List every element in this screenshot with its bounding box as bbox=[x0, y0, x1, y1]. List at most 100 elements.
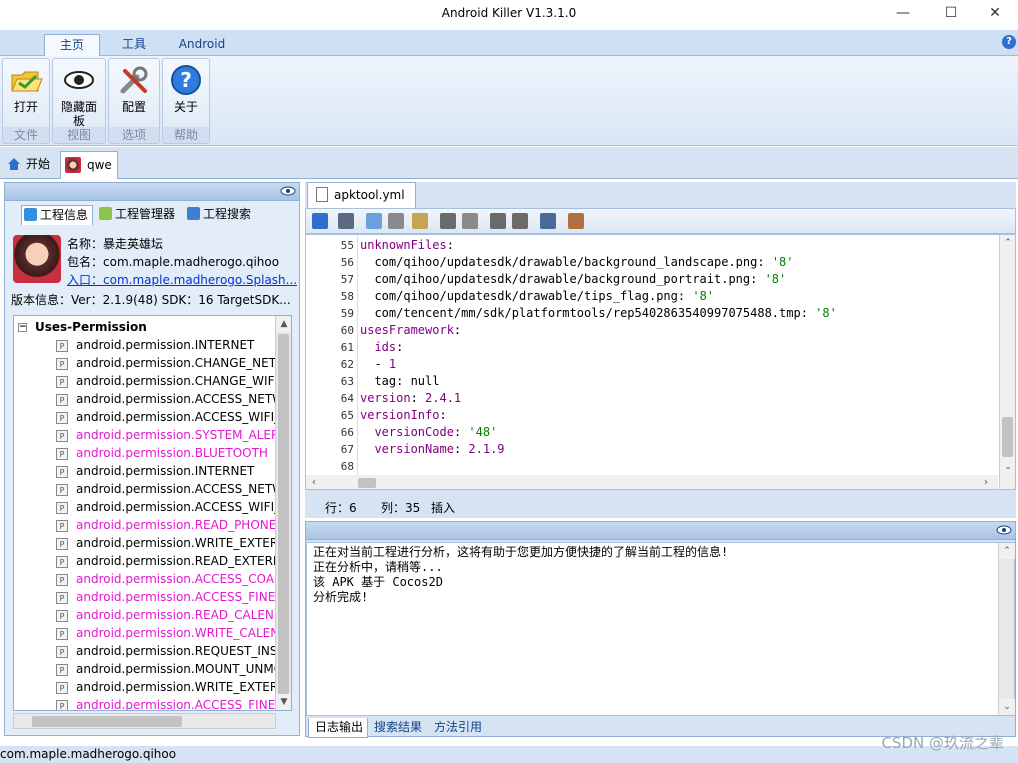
permission-item[interactable]: Pandroid.permission.CHANGE_NETWORK_STATE bbox=[56, 354, 278, 372]
scroll-down-arrow[interactable]: ▼ bbox=[276, 694, 291, 710]
line-number: 59 bbox=[340, 307, 354, 320]
redo-icon[interactable] bbox=[462, 213, 478, 229]
tab-qwe[interactable]: qwe bbox=[60, 151, 118, 179]
permission-label: android.permission.CHANGE_NETWORK_STATE bbox=[76, 356, 278, 370]
tab-project-search[interactable]: 工程搜索 bbox=[185, 205, 259, 225]
tab-home[interactable]: 主页 bbox=[44, 34, 100, 56]
config-button[interactable]: 配置 选项 bbox=[108, 58, 160, 144]
about-button[interactable]: ? 关于 帮助 bbox=[162, 58, 210, 144]
app-name: 名称：暴走英雄坛 bbox=[67, 237, 164, 251]
permission-item[interactable]: Pandroid.permission.BLUETOOTH bbox=[56, 444, 278, 462]
permission-item[interactable]: Pandroid.permission.ACCESS_FINE_LOCATION bbox=[56, 588, 278, 606]
eye-icon[interactable] bbox=[996, 524, 1012, 536]
tree-root[interactable]: − Uses-Permission bbox=[18, 318, 147, 336]
code-editor[interactable]: 55 unknownFiles: 56 com/qihoo/updatesdk/dr… bbox=[305, 234, 1016, 490]
tree-horizontal-scrollbar[interactable] bbox=[13, 713, 276, 729]
undo-icon[interactable] bbox=[440, 213, 456, 229]
permission-item[interactable]: Pandroid.permission.ACCESS_WIFI_STATE bbox=[56, 408, 278, 426]
permission-icon: P bbox=[56, 555, 68, 568]
entry-link[interactable]: com.maple.madherogo.Splash... bbox=[103, 273, 297, 287]
entry-prefix: 入口： bbox=[67, 273, 104, 287]
wrench-icon bbox=[120, 66, 148, 94]
maximize-button[interactable]: ☐ bbox=[928, 0, 974, 30]
permission-label: android.permission.INTERNET bbox=[76, 338, 255, 352]
scroll-thumb[interactable] bbox=[278, 334, 289, 694]
permission-icon: P bbox=[56, 429, 68, 442]
scroll-up-arrow[interactable]: ▲ bbox=[276, 316, 291, 332]
code-line: versionInfo: bbox=[360, 408, 447, 422]
log-scroll-down[interactable]: ⌄ bbox=[999, 699, 1015, 715]
cut-icon[interactable] bbox=[388, 213, 404, 229]
tree-vertical-scrollbar[interactable]: ▲ ▼ bbox=[275, 316, 291, 710]
permission-item[interactable]: Pandroid.permission.READ_CALENDAR bbox=[56, 606, 278, 624]
tab-search-results[interactable]: 搜索结果 bbox=[372, 718, 430, 738]
permission-item[interactable]: Pandroid.permission.WRITE_EXTERNAL_STORA… bbox=[56, 534, 278, 552]
app-entry[interactable]: 入口：com.maple.madherogo.Splash... bbox=[67, 271, 297, 288]
copy-icon[interactable] bbox=[366, 213, 382, 229]
permission-item[interactable]: Pandroid.permission.SYSTEM_ALERT_WINDOW bbox=[56, 426, 278, 444]
eye-icon[interactable] bbox=[280, 185, 296, 197]
editor-scroll-thumb[interactable] bbox=[1002, 417, 1013, 457]
forward-icon[interactable] bbox=[512, 213, 528, 229]
tab-log-output[interactable]: 日志输出 bbox=[308, 718, 368, 738]
editor-scroll-down[interactable]: ⌄ bbox=[1000, 459, 1015, 475]
permission-label: android.permission.REQUEST_INSTALL_PACKA… bbox=[76, 644, 278, 658]
save-icon[interactable] bbox=[338, 213, 354, 229]
lock-icon[interactable] bbox=[312, 213, 328, 229]
permission-item[interactable]: Pandroid.permission.WRITE_EXTERNAL_STORA… bbox=[56, 678, 278, 696]
log-scroll-up[interactable]: ⌃ bbox=[999, 543, 1015, 559]
minimize-button[interactable]: — bbox=[880, 0, 926, 30]
paste-icon[interactable] bbox=[412, 213, 428, 229]
log-line: 分析完成! bbox=[313, 590, 369, 604]
permission-item[interactable]: Pandroid.permission.ACCESS_FINE_LOCATION bbox=[56, 696, 278, 710]
editor-hscroll-thumb[interactable] bbox=[358, 478, 376, 488]
editor-vertical-scrollbar[interactable]: ⌃ ⌄ bbox=[999, 235, 1015, 489]
format-icon[interactable] bbox=[540, 213, 556, 229]
collapse-icon[interactable]: − bbox=[18, 323, 27, 332]
line-number: 67 bbox=[340, 443, 354, 456]
permission-item[interactable]: Pandroid.permission.READ_PHONE_STATE bbox=[56, 516, 278, 534]
editor-scroll-left[interactable]: ‹ bbox=[306, 477, 322, 489]
editor-scroll-up[interactable]: ⌃ bbox=[1000, 235, 1015, 251]
editor-scroll-right[interactable]: › bbox=[978, 477, 994, 489]
permission-item[interactable]: Pandroid.permission.CHANGE_WIFI_STATE bbox=[56, 372, 278, 390]
permission-item[interactable]: Pandroid.permission.INTERNET bbox=[56, 462, 278, 480]
open-button[interactable]: 打开 文件 bbox=[2, 58, 50, 144]
back-icon[interactable] bbox=[490, 213, 506, 229]
about-label: 关于 bbox=[173, 100, 198, 114]
hide-panel-button[interactable]: 隐藏面板 视图 bbox=[52, 58, 106, 144]
editor-horizontal-scrollbar[interactable]: ‹ › bbox=[306, 475, 998, 489]
hscroll-thumb[interactable] bbox=[32, 716, 182, 727]
log-output[interactable]: 正在对当前工程进行分析，这将有助于您更加方便快捷的了解当前工程的信息! 正在分析… bbox=[306, 542, 1015, 716]
tab-android[interactable]: Android bbox=[168, 34, 236, 56]
help-icon[interactable]: ? bbox=[1002, 35, 1016, 49]
permission-label: android.permission.WRITE_CALENDAR bbox=[76, 626, 278, 640]
permission-item[interactable]: Pandroid.permission.ACCESS_COARSE_LOCATI… bbox=[56, 570, 278, 588]
close-button[interactable]: ✕ bbox=[972, 0, 1018, 30]
permission-label: android.permission.SYSTEM_ALERT_WINDOW bbox=[76, 428, 278, 442]
insert-mode: 插入 bbox=[431, 501, 456, 515]
code-line: versionName: 2.1.9 bbox=[374, 442, 505, 456]
permission-item[interactable]: Pandroid.permission.MOUNT_UNMOUNT_FILESY… bbox=[56, 660, 278, 678]
file-tab-apktool[interactable]: apktool.yml bbox=[307, 182, 416, 208]
permission-item[interactable]: Pandroid.permission.WRITE_CALENDAR bbox=[56, 624, 278, 642]
permission-item[interactable]: Pandroid.permission.READ_EXTERNAL_STORAG… bbox=[56, 552, 278, 570]
java-icon[interactable] bbox=[568, 213, 584, 229]
watermark: CSDN @玖流之辈 bbox=[881, 734, 1004, 752]
log-vertical-scrollbar[interactable]: ⌃ ⌄ bbox=[998, 543, 1015, 715]
permission-item[interactable]: Pandroid.permission.INTERNET bbox=[56, 336, 278, 354]
tab-project-manager[interactable]: 工程管理器 bbox=[97, 205, 179, 225]
config-label: 配置 bbox=[121, 100, 146, 114]
ribbon-tab-bar: 主页 工具 Android ? bbox=[0, 30, 1018, 56]
permission-icon: P bbox=[56, 627, 68, 640]
permission-item[interactable]: Pandroid.permission.ACCESS_NETWORK_STATE bbox=[56, 390, 278, 408]
tab-start[interactable]: 开始 bbox=[4, 151, 58, 179]
tab-tools[interactable]: 工具 bbox=[108, 34, 160, 56]
permission-item[interactable]: Pandroid.permission.ACCESS_WIFI_STATE bbox=[56, 498, 278, 516]
permission-item[interactable]: Pandroid.permission.ACCESS_NETWORK_STATE bbox=[56, 480, 278, 498]
line-number: 55 bbox=[340, 239, 354, 252]
tab-method-references[interactable]: 方法引用 bbox=[432, 718, 490, 738]
app-package: 包名：com.maple.madherogo.qihoo bbox=[67, 255, 280, 269]
permission-item[interactable]: Pandroid.permission.REQUEST_INSTALL_PACK… bbox=[56, 642, 278, 660]
tab-project-info[interactable]: 工程信息 bbox=[21, 205, 93, 225]
